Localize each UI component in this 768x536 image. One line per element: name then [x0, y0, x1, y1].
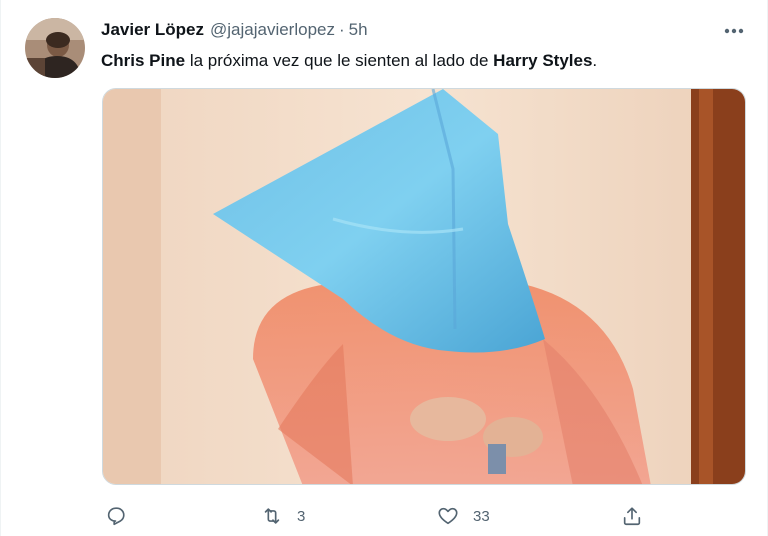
separator-dot: · — [339, 20, 345, 39]
author-name[interactable]: Javier Löpez — [101, 18, 204, 42]
tweet-actions-bar: 3 33 — [101, 498, 661, 534]
retweet-icon — [264, 508, 280, 524]
reply-button[interactable] — [105, 498, 141, 534]
tweet-media-photo[interactable] — [102, 88, 746, 485]
avatar-photo-icon — [25, 18, 85, 78]
more-horizontal-icon — [724, 28, 744, 34]
like-button[interactable]: 33 — [437, 498, 490, 534]
retweet-count: 3 — [297, 507, 306, 525]
tweet-header: Javier Löpez @jajajavierlopez · 5h — [101, 18, 368, 42]
mention-harry-styles: Harry Styles — [493, 51, 593, 70]
more-options-button[interactable] — [717, 18, 751, 44]
heart-icon — [438, 507, 458, 525]
retweet-button[interactable]: 3 — [261, 498, 305, 534]
photo-illustration — [103, 89, 745, 484]
like-count: 33 — [473, 507, 490, 525]
author-handle[interactable]: @jajajavierlopez — [210, 18, 335, 42]
tweet-timestamp[interactable]: 5h — [349, 18, 368, 42]
share-icon — [623, 507, 641, 526]
tweet-text-middle: la próxima vez que le sienten al lado de — [185, 51, 494, 70]
tweet-text: Chris Pine la próxima vez que le sienten… — [101, 49, 597, 73]
share-button[interactable] — [621, 498, 657, 534]
tweet-text-end: . — [592, 51, 598, 70]
reply-icon — [107, 507, 125, 526]
tweet-card: Javier Löpez @jajajavierlopez · 5h Chris… — [0, 0, 768, 536]
mention-chris-pine: Chris Pine — [101, 51, 186, 70]
author-avatar[interactable] — [25, 18, 85, 78]
